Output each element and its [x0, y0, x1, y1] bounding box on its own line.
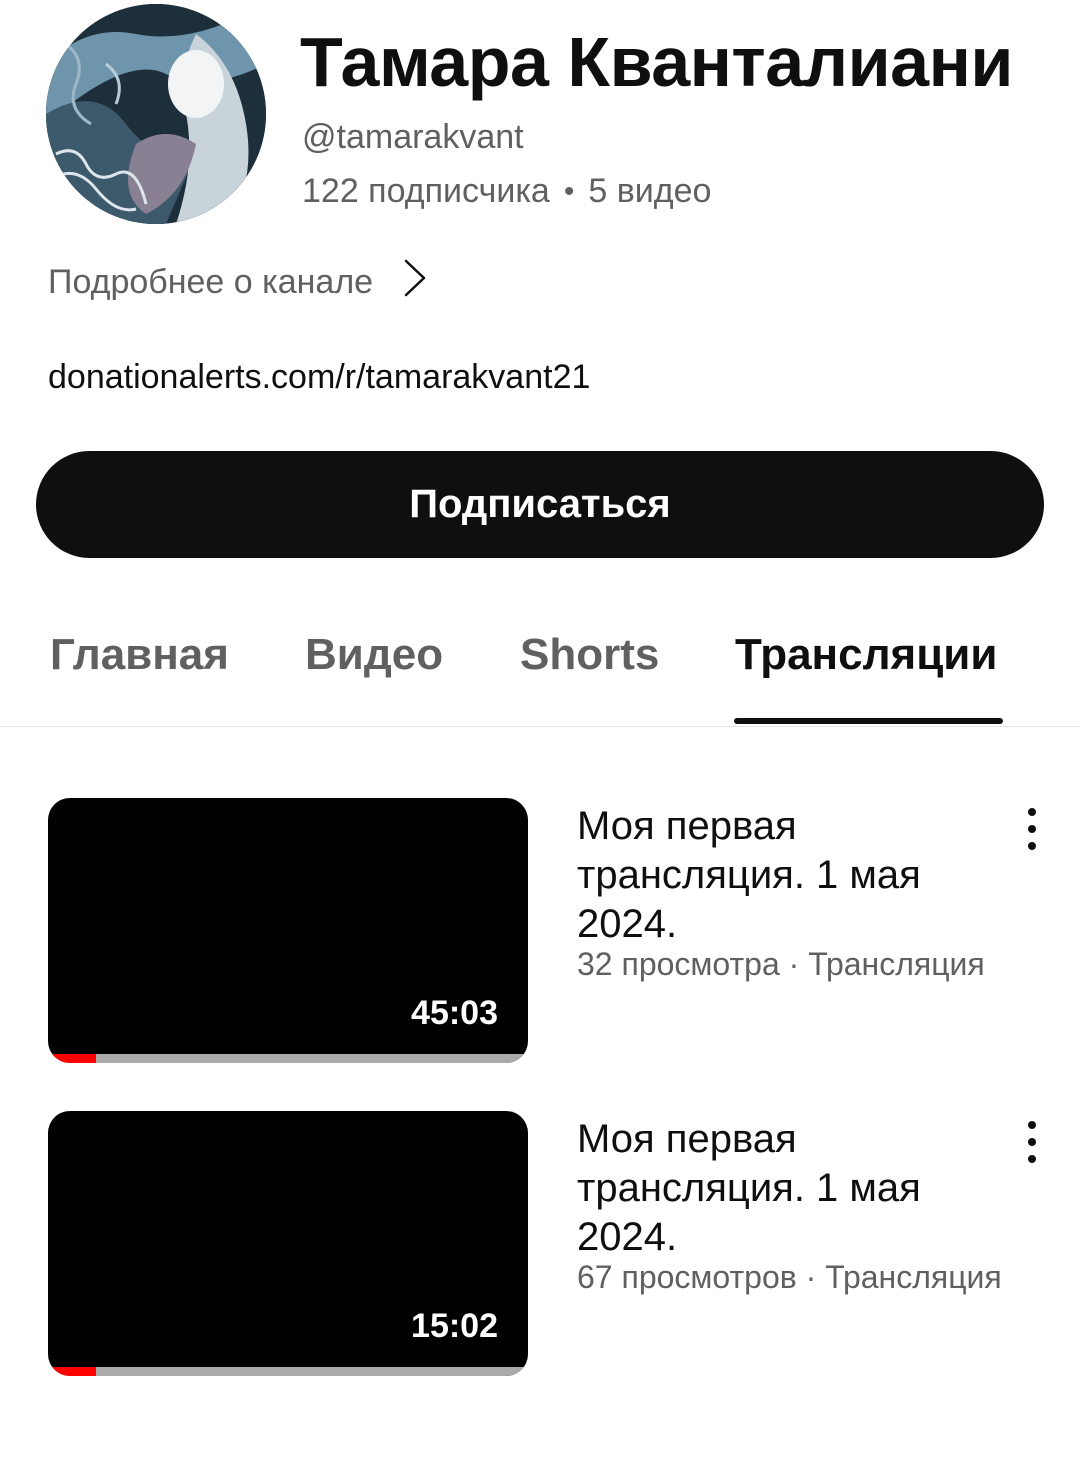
watch-progress-fill	[48, 1367, 96, 1376]
video-meta: 32 просмотра · Трансляция	[577, 946, 985, 982]
video-duration: 15:02	[411, 1307, 498, 1345]
active-tab-indicator	[734, 718, 1003, 724]
tab-videos[interactable]: Видео	[305, 630, 443, 680]
watch-progress-bar	[48, 1054, 528, 1063]
watch-progress-fill	[48, 1054, 96, 1063]
channel-stats: 122 подписчика • 5 видео	[302, 172, 711, 211]
tab-live[interactable]: Трансляции	[735, 630, 997, 680]
avatar-image	[46, 4, 266, 224]
channel-name: Тамара Кванталиани	[300, 23, 1013, 101]
chevron-right-icon	[403, 258, 427, 307]
video-item[interactable]: 45:03 Моя первая трансляция. 1 мая 2024.…	[0, 798, 1080, 1063]
video-item[interactable]: 15:02 Моя первая трансляция. 1 мая 2024.…	[0, 1111, 1080, 1376]
more-options-icon[interactable]	[1012, 1117, 1052, 1167]
subscribe-button[interactable]: Подписаться	[36, 451, 1044, 558]
external-link[interactable]: donationalerts.com/r/tamarakvant21	[48, 358, 590, 397]
subscriber-count: 122 подписчика	[302, 172, 550, 210]
video-title[interactable]: Моя первая трансляция. 1 мая 2024.	[577, 802, 977, 949]
channel-about-label: Подробнее о канале	[48, 263, 374, 301]
video-thumbnail[interactable]: 15:02	[48, 1111, 528, 1376]
tab-shorts[interactable]: Shorts	[520, 630, 659, 680]
video-thumbnail[interactable]: 45:03	[48, 798, 528, 1063]
video-meta: 67 просмотров · Трансляция	[577, 1259, 1002, 1295]
watch-progress-bar	[48, 1367, 528, 1376]
channel-tabs: Главная Видео Shorts Трансляции	[0, 600, 1080, 727]
channel-handle: @tamarakvant	[302, 118, 524, 156]
video-duration: 45:03	[411, 994, 498, 1032]
stats-separator: •	[563, 174, 575, 208]
channel-about-link[interactable]: Подробнее о канале	[48, 258, 427, 307]
video-count: 5 видео	[588, 172, 712, 210]
video-title[interactable]: Моя первая трансляция. 1 мая 2024.	[577, 1115, 977, 1262]
more-options-icon[interactable]	[1012, 804, 1052, 854]
tab-home[interactable]: Главная	[50, 630, 229, 680]
channel-avatar[interactable]	[46, 4, 266, 224]
